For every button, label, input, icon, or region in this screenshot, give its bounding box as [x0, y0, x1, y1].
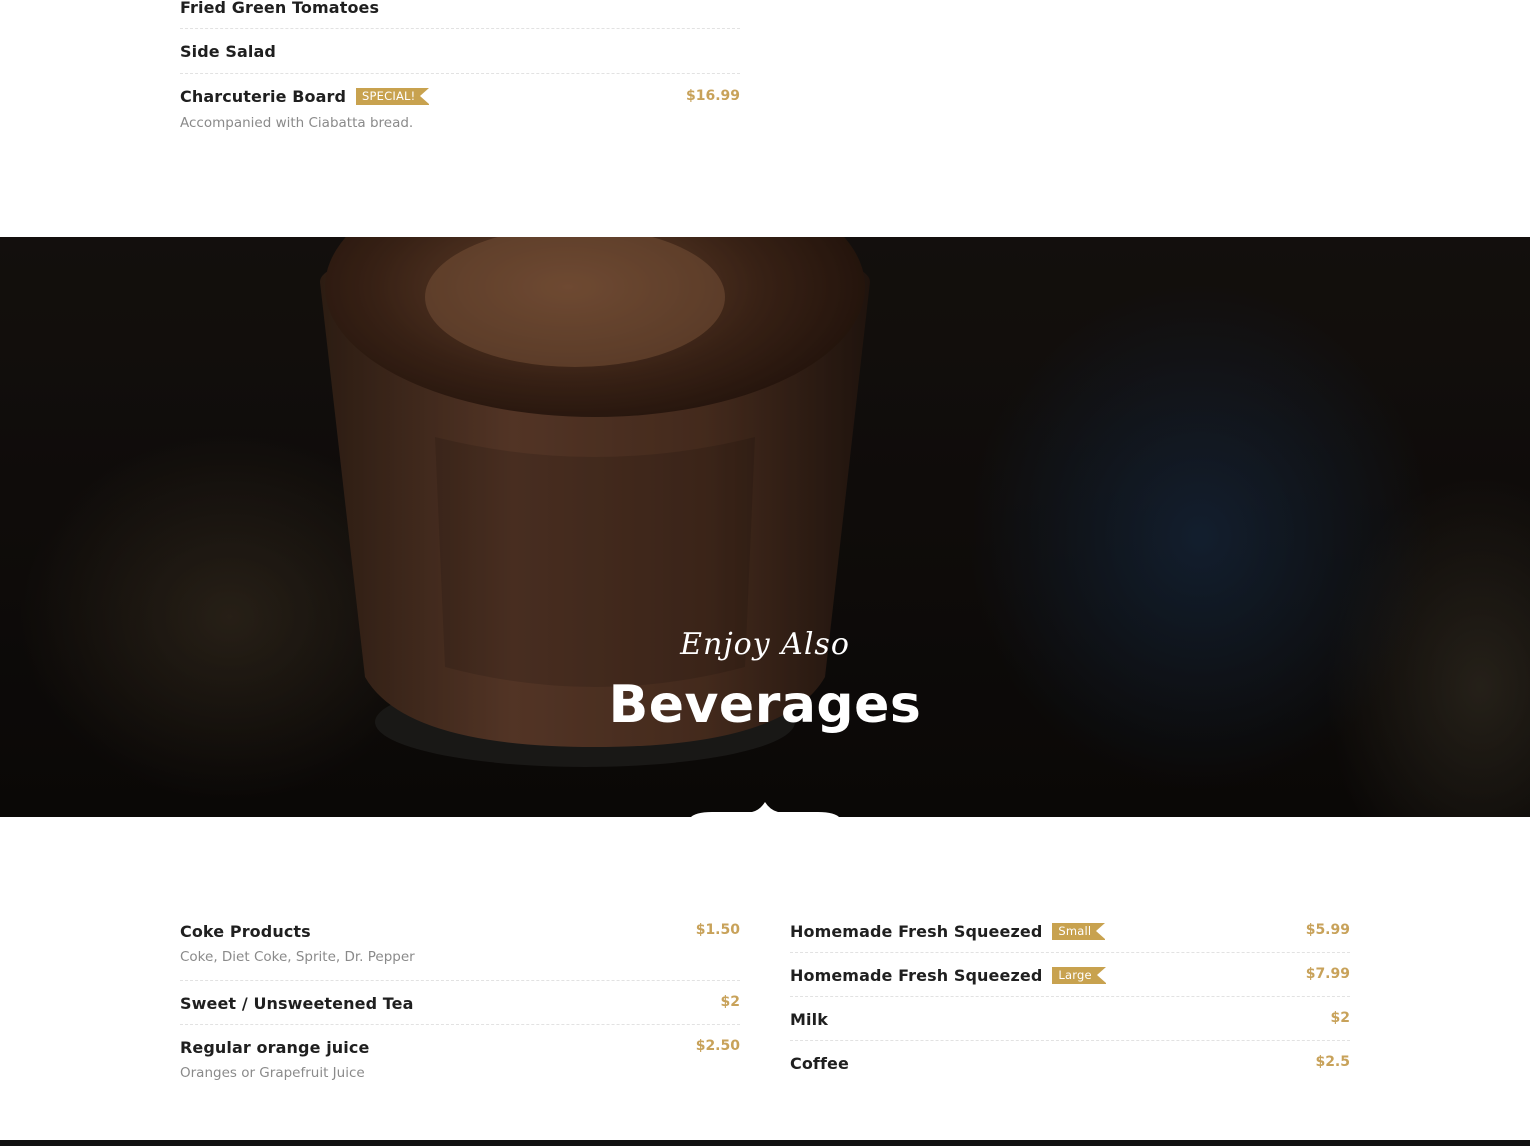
list-item: Fried Green Tomatoes: [180, 0, 740, 28]
item-price: $1.50: [695, 922, 740, 938]
item-price: $5.99: [1305, 922, 1350, 938]
item-title: Homemade Fresh Squeezed: [790, 966, 1043, 985]
beverages-list-left: Coke Products $1.50 Coke, Diet Coke, Spr…: [180, 908, 740, 1094]
item-price: $7.99: [1305, 966, 1350, 982]
beverages-list-right: Homemade Fresh Squeezed Small $5.99 Homem…: [790, 908, 1350, 1084]
item-title: Fried Green Tomatoes: [180, 0, 380, 17]
item-description: Oranges or Grapefruit Juice: [180, 1065, 365, 1081]
item-description: Coke, Diet Coke, Sprite, Dr. Pepper: [180, 949, 415, 965]
hero-title: Beverages: [608, 675, 922, 735]
list-item: Homemade Fresh Squeezed Large $7.99: [790, 952, 1350, 996]
list-item: Coffee $2.5: [790, 1040, 1350, 1084]
list-item: Charcuterie Board SPECIAL! $16.99 Accompa…: [180, 73, 740, 143]
item-price: $16.99: [685, 88, 740, 104]
item-price: $2: [720, 994, 740, 1010]
list-item: Regular orange juice $2.50 Oranges or Gr…: [180, 1024, 740, 1094]
item-title: Charcuterie Board: [180, 87, 347, 106]
item-title: Sweet / Unsweetened Tea: [180, 994, 414, 1013]
hero-subtitle: Enjoy Also: [680, 627, 850, 662]
special-badge: SPECIAL!: [356, 88, 430, 105]
item-title: Coke Products: [180, 922, 311, 941]
starters-list: Fried Green Tomatoes Side Salad Charcute…: [180, 0, 740, 143]
list-item: Homemade Fresh Squeezed Small $5.99: [790, 908, 1350, 952]
item-price: $2.50: [695, 1038, 740, 1054]
list-item: Side Salad: [180, 28, 740, 73]
item-description: Accompanied with Ciabatta bread.: [180, 115, 414, 131]
item-title: Regular orange juice: [180, 1038, 370, 1057]
item-title: Coffee: [790, 1054, 849, 1073]
list-item: Coke Products $1.50 Coke, Diet Coke, Spr…: [180, 908, 740, 980]
item-price: $2: [1330, 1010, 1350, 1026]
item-price: $2.5: [1315, 1054, 1350, 1070]
list-item: Milk $2: [790, 996, 1350, 1040]
divider-notch: [690, 802, 840, 820]
list-item: Sweet / Unsweetened Tea $2: [180, 980, 740, 1024]
size-badge: Small: [1052, 923, 1106, 940]
item-title: Milk: [790, 1010, 828, 1029]
footer-edge: [0, 1140, 1530, 1146]
item-title: Homemade Fresh Squeezed: [790, 922, 1043, 941]
item-title: Side Salad: [180, 42, 276, 61]
beverages-hero-banner: Enjoy Also Beverages: [0, 237, 1530, 817]
size-badge: Large: [1052, 967, 1107, 984]
